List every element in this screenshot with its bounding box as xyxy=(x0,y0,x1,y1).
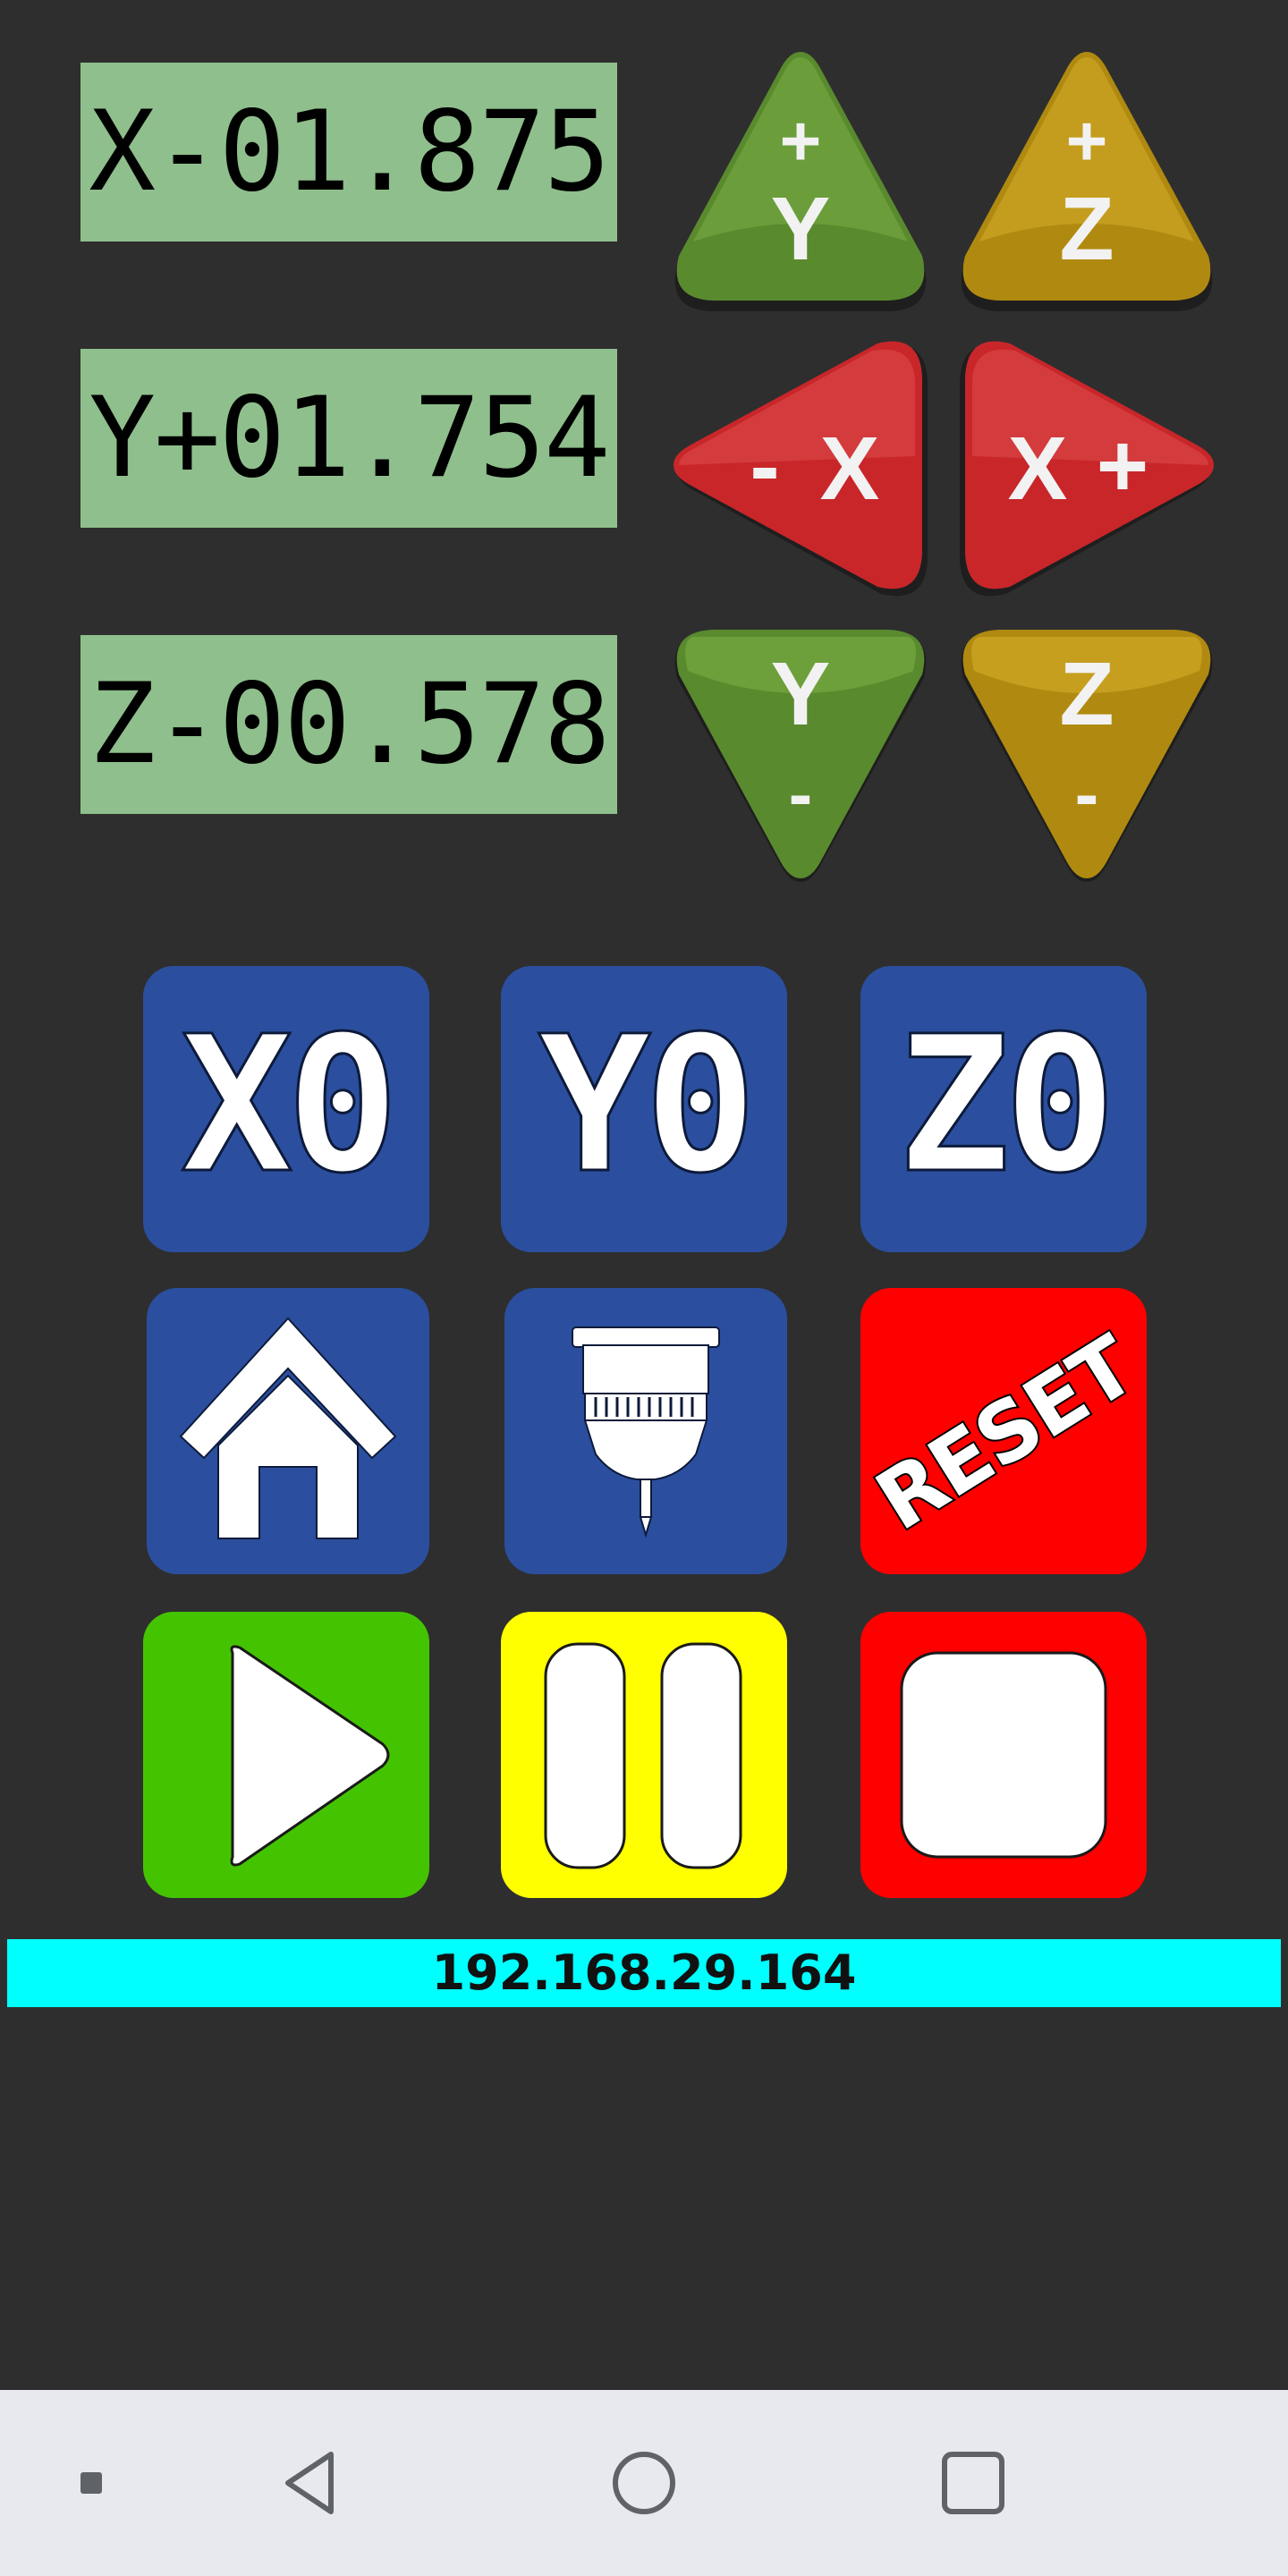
jog-y-minus-button[interactable]: Y - xyxy=(666,617,935,886)
jog-y-minus-axis: Y xyxy=(771,644,831,744)
jog-z-plus-sign: + xyxy=(1066,101,1108,181)
jog-y-minus-sign: - xyxy=(789,754,813,834)
back-icon[interactable] xyxy=(268,2438,358,2528)
zero-z-label: Z0 xyxy=(898,996,1110,1215)
recents-icon[interactable] xyxy=(928,2438,1018,2528)
jog-z-minus-button[interactable]: Z - xyxy=(953,617,1221,886)
jog-z-minus-axis: Z xyxy=(1059,644,1114,744)
play-icon xyxy=(230,1645,390,1867)
spindle-icon xyxy=(572,1326,720,1538)
zero-x-button[interactable]: X0 xyxy=(143,966,429,1252)
spindle-button[interactable] xyxy=(504,1288,787,1574)
house-icon xyxy=(179,1317,397,1539)
z-position-readout: Z-00.578 xyxy=(80,635,617,814)
jog-y-plus-axis: Y xyxy=(771,179,831,279)
reset-button[interactable]: RESET xyxy=(860,1288,1147,1574)
jog-y-plus-sign: + xyxy=(780,101,822,181)
jog-x-minus-sign: - xyxy=(750,416,779,516)
jog-z-plus-button[interactable]: + Z xyxy=(953,45,1221,313)
zero-x-label: X0 xyxy=(181,996,393,1215)
menu-icon[interactable] xyxy=(47,2438,136,2528)
ip-address-bar: 192.168.29.164 xyxy=(7,1939,1281,2007)
jog-z-plus-axis: Z xyxy=(1059,179,1114,279)
home-button[interactable] xyxy=(147,1288,429,1574)
jog-x-minus-button[interactable]: - X xyxy=(666,331,935,599)
system-navigation-bar xyxy=(0,2390,1288,2576)
reset-label: RESET xyxy=(860,1318,1147,1549)
zero-z-button[interactable]: Z0 xyxy=(860,966,1147,1252)
play-button[interactable] xyxy=(143,1612,429,1898)
pause-icon xyxy=(544,1642,742,1869)
jog-y-plus-button[interactable]: + Y xyxy=(666,45,935,313)
jog-x-plus-button[interactable]: X + xyxy=(953,331,1221,599)
x-position-readout: X-01.875 xyxy=(80,63,617,242)
jog-x-plus-sign: + xyxy=(1097,416,1148,516)
stop-icon xyxy=(900,1651,1107,1859)
jog-x-minus-axis: X xyxy=(820,419,880,519)
stop-button[interactable] xyxy=(860,1612,1147,1898)
jog-z-minus-sign: - xyxy=(1075,754,1099,834)
zero-y-label: Y0 xyxy=(538,996,750,1215)
jog-x-plus-axis: X xyxy=(1008,419,1068,519)
pause-button[interactable] xyxy=(501,1612,787,1898)
y-position-readout: Y+01.754 xyxy=(80,349,617,528)
home-nav-icon[interactable] xyxy=(599,2438,689,2528)
zero-y-button[interactable]: Y0 xyxy=(501,966,787,1252)
